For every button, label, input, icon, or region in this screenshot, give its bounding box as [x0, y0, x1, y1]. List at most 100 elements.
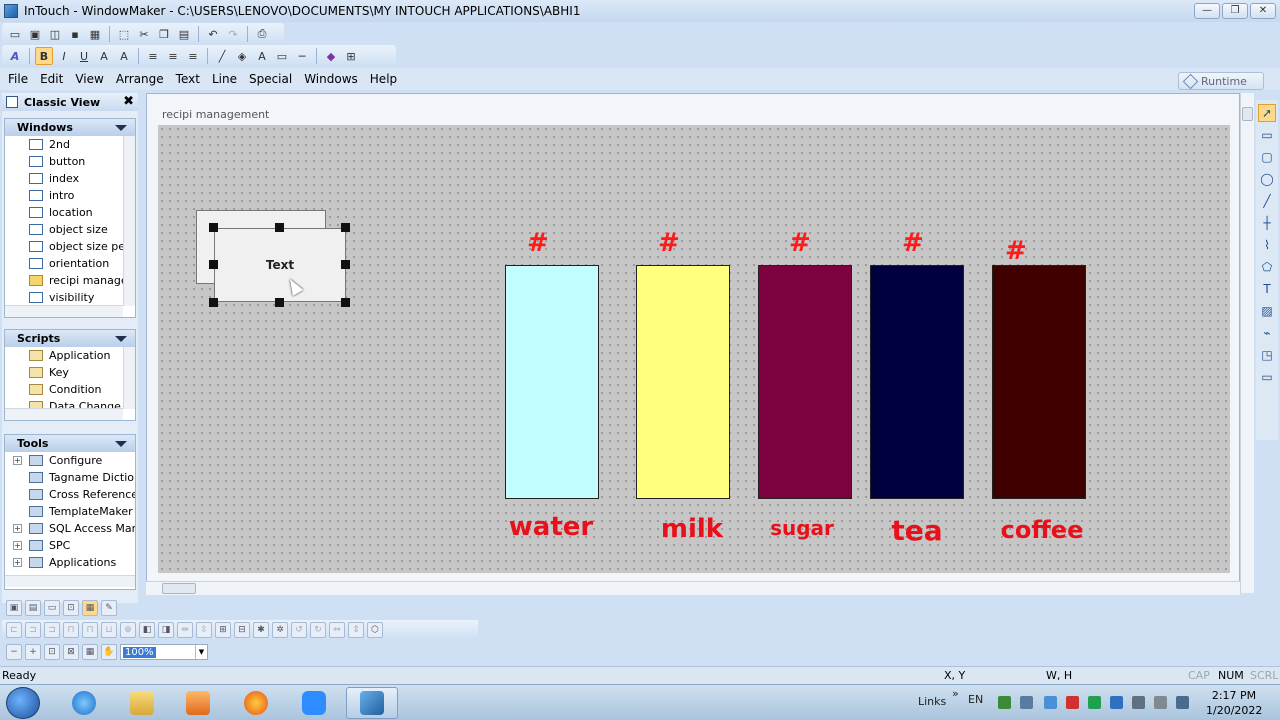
align-right-icon[interactable]: ⊐	[44, 622, 60, 638]
align-middle-icon[interactable]: ⊓	[82, 622, 98, 638]
tank-value-display[interactable]: #	[789, 228, 811, 258]
reshape-icon[interactable]: ⬡	[367, 622, 383, 638]
firefox-taskbar-button[interactable]	[230, 687, 282, 719]
editor-hscroll[interactable]	[146, 581, 1240, 595]
rectangle-icon[interactable]: ▭	[1258, 126, 1276, 144]
text-tool-icon[interactable]: T	[1258, 280, 1276, 298]
save-icon[interactable]: ▪	[66, 25, 84, 43]
chevron-down-icon[interactable]: ▼	[195, 645, 207, 659]
tray-app-icon[interactable]	[1066, 696, 1079, 709]
tank-label-coffee[interactable]: coffee	[982, 516, 1102, 544]
rounded-rectangle-icon[interactable]: ▢	[1258, 148, 1276, 166]
resize-handle[interactable]	[209, 223, 218, 232]
classic-view-close-icon[interactable]: ✖	[123, 94, 134, 109]
tool-item[interactable]: + SPC	[5, 537, 135, 554]
tool-item[interactable]: TemplateMaker	[5, 503, 135, 520]
line-icon[interactable]: ╱	[1258, 192, 1276, 210]
tank-sugar[interactable]	[758, 265, 852, 499]
close-button[interactable]: ✕	[1250, 3, 1276, 19]
tool-item[interactable]: + SQL Access Mana	[5, 520, 135, 537]
tank-label-water[interactable]: water	[491, 512, 611, 542]
menu-special[interactable]: Special	[249, 72, 292, 86]
hv-line-icon[interactable]: ┼	[1258, 214, 1276, 232]
align-top-icon[interactable]: ⊓	[63, 622, 79, 638]
flip-vertical-icon[interactable]: ⇕	[348, 622, 364, 638]
maximize-button[interactable]: ❐	[1222, 3, 1248, 19]
make-cell-icon[interactable]: ⊞	[215, 622, 231, 638]
toggle-project-view-icon[interactable]: ▤	[25, 600, 41, 616]
windowmaker-taskbar-button[interactable]	[346, 687, 398, 719]
tank-coffee[interactable]	[992, 265, 1086, 499]
tray-app-icon[interactable]	[1044, 696, 1057, 709]
new-icon[interactable]: ▭	[6, 25, 24, 43]
tank-value-display[interactable]: #	[658, 228, 680, 258]
fill-color-icon[interactable]: ◈	[233, 47, 251, 65]
window-item[interactable]: location	[5, 204, 135, 221]
ruler-icon[interactable]: ✎	[101, 600, 117, 616]
align-center-icon[interactable]: ≡	[164, 47, 182, 65]
font-smaller-icon[interactable]: A	[95, 47, 113, 65]
tray-app-icon[interactable]	[998, 696, 1011, 709]
toggle-classic-view-icon[interactable]: ▣	[6, 600, 22, 616]
align-left-icon[interactable]: ≡	[144, 47, 162, 65]
expand-icon[interactable]: +	[13, 541, 22, 550]
ellipse-icon[interactable]: ◯	[1258, 170, 1276, 188]
windows-hscroll[interactable]	[5, 305, 123, 317]
system-clock[interactable]: 2:17 PM 1/20/2022	[1206, 688, 1262, 718]
collapse-icon[interactable]	[115, 125, 127, 131]
button-tool-icon[interactable]: ▭	[1258, 368, 1276, 386]
resize-handle[interactable]	[209, 260, 218, 269]
make-symbol-icon[interactable]: ✱	[253, 622, 269, 638]
align-left-icon[interactable]: ⊏	[6, 622, 22, 638]
window-item[interactable]: object size pert	[5, 238, 135, 255]
resize-handle[interactable]	[341, 223, 350, 232]
links-toolbar[interactable]: Links	[918, 695, 946, 708]
undo-icon[interactable]: ↶	[204, 25, 222, 43]
zoom-select[interactable]: 100% ▼	[120, 644, 208, 660]
explorer-taskbar-button[interactable]	[116, 687, 168, 719]
tool-item[interactable]: Tagname Dictiona	[5, 469, 135, 486]
pan-hand-icon[interactable]: ✋	[101, 644, 117, 660]
network-signal-icon[interactable]	[1020, 696, 1033, 709]
links-icon[interactable]: ◆	[322, 47, 340, 65]
menu-text[interactable]: Text	[176, 72, 200, 86]
resize-handle[interactable]	[341, 260, 350, 269]
rotate-right-icon[interactable]: ↻	[310, 622, 326, 638]
tank-water[interactable]	[505, 265, 599, 499]
break-symbol-icon[interactable]: ✲	[272, 622, 288, 638]
paste-icon[interactable]: ▤	[175, 25, 193, 43]
menu-view[interactable]: View	[75, 72, 103, 86]
power-icon[interactable]	[1176, 696, 1189, 709]
window-item[interactable]: index	[5, 170, 135, 187]
tank-label-sugar[interactable]: sugar	[742, 516, 862, 540]
align-centers-icon[interactable]: ⊕	[120, 622, 136, 638]
windows-section-header[interactable]: Windows	[5, 119, 135, 136]
expand-icon[interactable]: +	[13, 524, 22, 533]
space-vertical-icon[interactable]: ⇳	[196, 622, 212, 638]
resize-handle[interactable]	[209, 298, 218, 307]
window-item[interactable]: orientation	[5, 255, 135, 272]
tank-label-tea[interactable]: tea	[857, 514, 977, 547]
italic-icon[interactable]: I	[55, 47, 73, 65]
zoom-in-icon[interactable]: +	[25, 644, 41, 660]
tank-tea[interactable]	[870, 265, 964, 499]
collapse-icon[interactable]	[115, 441, 127, 447]
menu-edit[interactable]: Edit	[40, 72, 63, 86]
align-center-icon[interactable]: ⊐	[25, 622, 41, 638]
cut-icon[interactable]: ✂	[135, 25, 153, 43]
zoom-fit-icon[interactable]: ⊡	[44, 644, 60, 660]
vscroll-thumb[interactable]	[1242, 107, 1253, 121]
line-style-icon[interactable]: ─	[293, 47, 311, 65]
menu-help[interactable]: Help	[370, 72, 397, 86]
select-all-icon[interactable]: ⬚	[115, 25, 133, 43]
hscroll-thumb[interactable]	[162, 583, 196, 594]
zoom-out-icon[interactable]: −	[6, 644, 22, 660]
tank-value-display[interactable]: #	[527, 228, 549, 258]
grid-icon[interactable]: ⊞	[342, 47, 360, 65]
expand-icon[interactable]: +	[13, 558, 22, 567]
window-item[interactable]: 2nd	[5, 136, 135, 153]
tank-value-display[interactable]: #	[1005, 236, 1027, 266]
language-indicator[interactable]: EN	[968, 693, 983, 706]
text-color-icon[interactable]: A	[253, 47, 271, 65]
tools-section-header[interactable]: Tools	[5, 435, 135, 452]
